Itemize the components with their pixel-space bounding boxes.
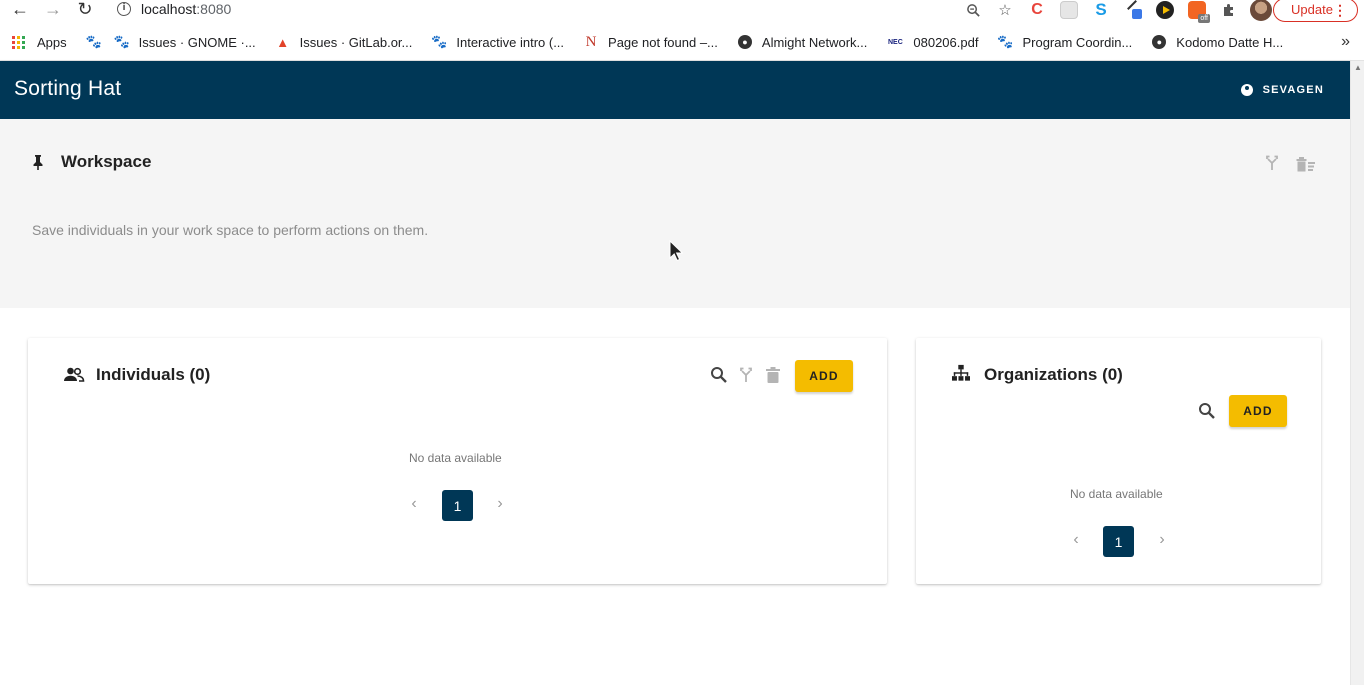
- update-label: Update: [1291, 2, 1333, 17]
- delete-sweep-icon[interactable]: [1296, 156, 1316, 172]
- extension-grid-icon[interactable]: [1058, 0, 1080, 20]
- bookmark-kodomo[interactable]: ● Kodomo Datte H...: [1152, 35, 1283, 50]
- bookmark-gnome-issues[interactable]: 🐾 Issues · GNOME ·...: [113, 34, 256, 50]
- individuals-title: Individuals (0): [96, 365, 211, 384]
- browser-toolbar-icons: ☆ C S off: [962, 0, 1272, 23]
- profile-avatar-icon[interactable]: [1250, 0, 1272, 21]
- site-info-icon[interactable]: i: [117, 2, 131, 16]
- previous-page-icon[interactable]: ‹: [1069, 531, 1083, 549]
- workspace-description: Save individuals in your work space to p…: [32, 222, 429, 238]
- mouse-cursor-icon: [669, 240, 683, 262]
- organizations-card: Organizations (0) ADD No data available …: [916, 338, 1321, 584]
- app-header: Sorting Hat SEVAGEN: [0, 61, 1350, 119]
- browser-update-button[interactable]: Update ⋮: [1273, 0, 1358, 22]
- nec-icon: NEC: [888, 38, 903, 46]
- extension-s-icon[interactable]: S: [1090, 0, 1112, 20]
- gnome-foot-icon: 🐾: [85, 34, 102, 49]
- bookmark-gitlab-issues[interactable]: ▲ Issues · GitLab.or...: [276, 34, 413, 50]
- zoom-icon[interactable]: [962, 0, 984, 20]
- bookmark-label: Almight Network...: [761, 34, 868, 50]
- url-host: localhost: [141, 1, 197, 17]
- user-menu-button[interactable]: SEVAGEN: [1240, 81, 1324, 99]
- bookmarks-bar: Apps 🐾 🐾 Issues · GNOME ·... ▲ Issues · …: [0, 30, 1364, 54]
- reload-icon[interactable]: ↻: [74, 0, 96, 20]
- globe-icon: ●: [1152, 35, 1167, 49]
- individuals-card: Individuals (0) ADD No data available ‹ …: [28, 338, 887, 584]
- address-bar-row: ← → ↻ i localhost:8080 ☆ C S off Update ⋮: [0, 0, 1364, 23]
- pin-icon: [33, 155, 43, 170]
- extensions-puzzle-icon[interactable]: [1218, 0, 1240, 20]
- bookmark-program-coordinator[interactable]: 🐾 Program Coordin...: [997, 34, 1133, 50]
- bookmark-label: Interactive intro (...: [456, 34, 565, 50]
- search-icon[interactable]: [1197, 401, 1217, 421]
- bookmark-interactive-intro[interactable]: 🐾 Interactive intro (...: [431, 34, 565, 50]
- globe-icon: ●: [737, 35, 752, 49]
- workspace-panel: Workspace Save individuals in your work …: [0, 119, 1350, 308]
- forward-icon[interactable]: →: [42, 0, 64, 20]
- organizations-title: Organizations (0): [984, 365, 1123, 384]
- next-page-icon[interactable]: ›: [493, 495, 507, 513]
- bookmark-label: Page not found –...: [608, 34, 718, 50]
- bookmark-label: Issues · GNOME ·...: [138, 34, 256, 50]
- workspace-title: Workspace: [61, 152, 152, 171]
- add-individual-button[interactable]: ADD: [795, 360, 853, 392]
- merge-icon[interactable]: [736, 365, 756, 385]
- back-icon[interactable]: ←: [9, 0, 31, 20]
- scroll-up-icon[interactable]: ▲: [1354, 63, 1362, 72]
- more-bookmarks-icon[interactable]: »: [1341, 30, 1350, 54]
- bookmark-page-not-found[interactable]: N Page not found –...: [584, 33, 718, 50]
- gnome-foot-icon: 🐾: [431, 34, 448, 49]
- page-button[interactable]: 1: [1103, 526, 1134, 557]
- n-logo-icon: N: [585, 33, 597, 50]
- bookmark-pdf[interactable]: NEC 080206.pdf: [887, 35, 978, 50]
- gitlab-icon: ▲: [276, 34, 290, 50]
- add-organization-button[interactable]: ADD: [1229, 395, 1287, 427]
- bookmark-label: Program Coordin...: [1022, 34, 1133, 50]
- page-scrollbar[interactable]: ▲: [1350, 61, 1364, 685]
- user-name: SEVAGEN: [1262, 84, 1324, 96]
- gnome-foot-icon: 🐾: [113, 34, 130, 49]
- previous-page-icon[interactable]: ‹: [407, 495, 421, 513]
- address-bar[interactable]: localhost:8080: [141, 0, 231, 18]
- bookmark-gnome[interactable]: 🐾: [85, 34, 102, 49]
- browser-chrome: ← → ↻ i localhost:8080 ☆ C S off Update ⋮…: [0, 0, 1364, 61]
- bookmark-almight-network[interactable]: ● Almight Network...: [737, 34, 868, 50]
- apps-grid-icon: [12, 35, 25, 49]
- account-circle-icon: [1240, 84, 1253, 96]
- url-port: :8080: [196, 1, 232, 17]
- bookmark-star-icon[interactable]: ☆: [994, 0, 1016, 20]
- gnome-foot-icon: 🐾: [997, 34, 1014, 49]
- next-page-icon[interactable]: ›: [1155, 531, 1169, 549]
- bookmark-apps[interactable]: Apps: [12, 35, 67, 50]
- delete-icon[interactable]: [763, 365, 783, 385]
- bookmark-label: 080206.pdf: [913, 34, 979, 50]
- merge-icon[interactable]: [1265, 155, 1279, 176]
- bookmark-label: Issues · GitLab.or...: [299, 34, 413, 50]
- extension-play-icon[interactable]: [1154, 0, 1176, 20]
- bookmark-label: Kodomo Datte H...: [1176, 34, 1284, 50]
- empty-state-text: No data available: [409, 451, 502, 465]
- organization-tree-icon: [952, 364, 970, 381]
- people-icon: [64, 367, 85, 382]
- extension-off-icon[interactable]: off: [1186, 0, 1210, 23]
- bookmark-label: Apps: [37, 34, 67, 50]
- extension-pen-icon[interactable]: [1122, 0, 1144, 20]
- browser-menu-icon[interactable]: ⋮: [1333, 0, 1347, 21]
- page-button[interactable]: 1: [442, 490, 473, 521]
- app-title: Sorting Hat: [14, 77, 122, 100]
- empty-state-text: No data available: [1070, 487, 1163, 501]
- search-icon[interactable]: [709, 365, 729, 385]
- extension-c-icon[interactable]: C: [1026, 0, 1048, 20]
